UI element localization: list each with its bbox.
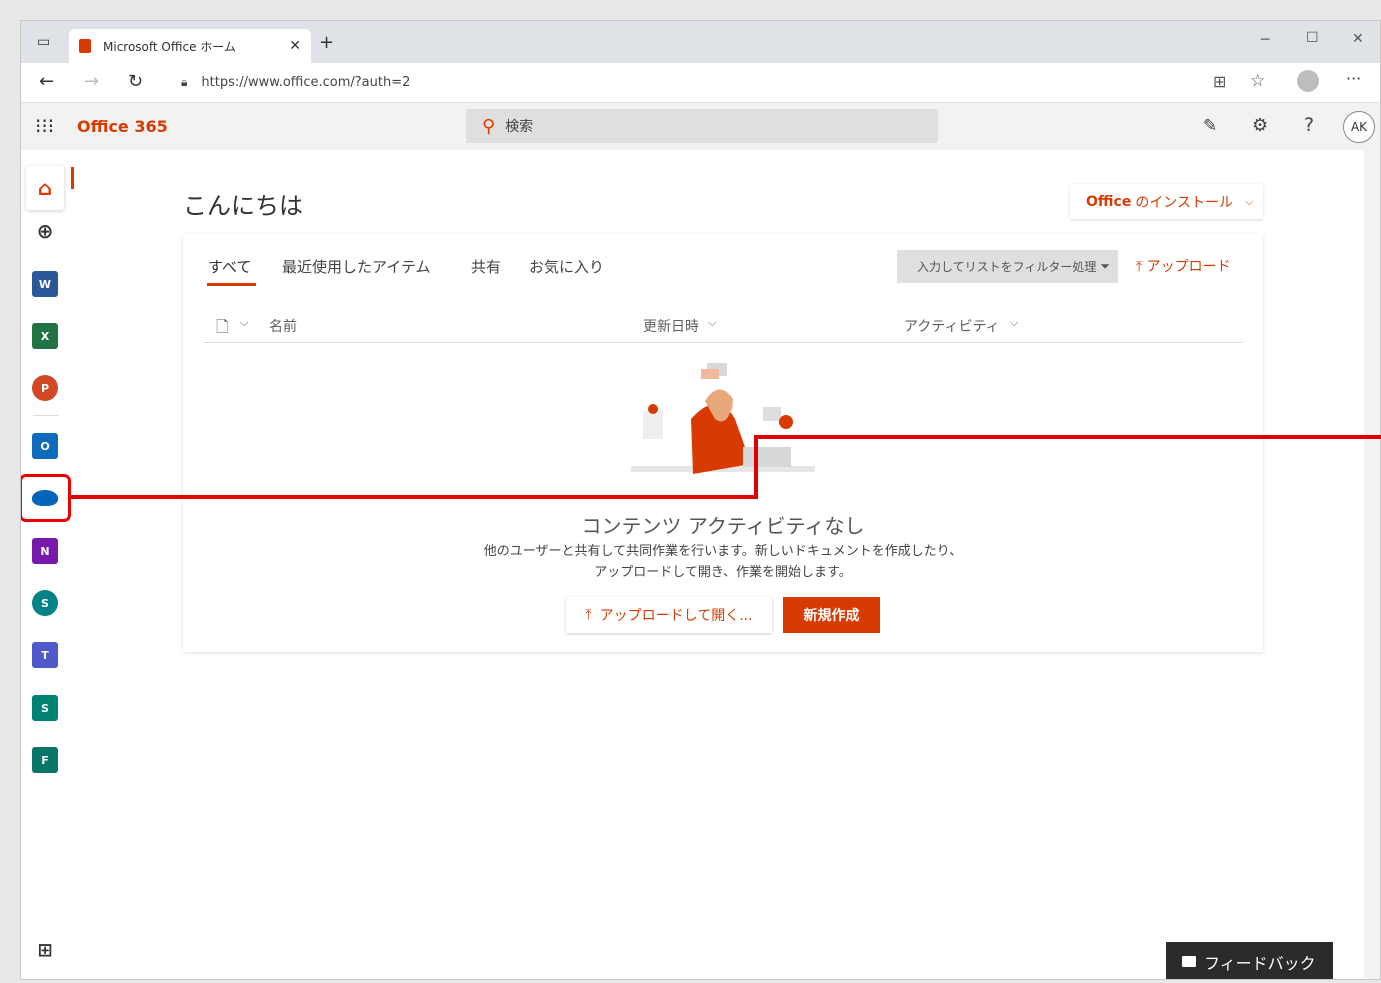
app-launcher-icon[interactable]: ⁝⁝⁝ — [35, 114, 54, 138]
favorites-icon[interactable]: ☆ — [1250, 73, 1265, 90]
refresh-icon[interactable]: ↻ — [128, 73, 143, 91]
new-document-button[interactable]: 新規作成 — [783, 597, 880, 633]
url-text: https://www.office.com/?auth=2 — [201, 74, 411, 90]
empty-state-description: 他のユーザーと共有して共同作業を行います。新しいドキュメントを作成したり、 アッ… — [183, 541, 1263, 583]
minimize-icon[interactable]: ─ — [1261, 33, 1269, 47]
office-logo-icon — [79, 39, 91, 53]
help-icon[interactable]: ? — [1304, 116, 1314, 135]
more-icon[interactable]: ··· — [1346, 71, 1361, 87]
address-bar-row: ← → ↻ 🔒︎ https://www.office.com/?auth=2 … — [21, 63, 1380, 103]
chevron-down-icon: ⌵ — [1010, 316, 1019, 329]
forward-icon[interactable]: → — [84, 73, 99, 91]
feedback-label: フィードバック — [1204, 953, 1316, 973]
tab-actions-icon[interactable]: ▭ — [37, 35, 50, 49]
app-rail: ⌂ ⊕ W X P O N S T S F ⊞ — [21, 150, 74, 979]
sway-icon[interactable]: S — [32, 695, 58, 721]
lock-icon: 🔒︎ — [181, 74, 188, 89]
vertical-scrollbar[interactable] — [1364, 150, 1380, 979]
onenote-icon[interactable]: N — [32, 538, 58, 564]
close-tab-icon[interactable]: ✕ — [289, 38, 301, 54]
chat-bubble-icon — [1182, 956, 1196, 967]
app-header: ⁝⁝⁝ Office 365 ⚲ 検索 ✎ ⚙ ? AK — [21, 103, 1380, 150]
chevron-down-icon[interactable]: ⌵ — [240, 316, 248, 330]
forms-icon[interactable]: F — [32, 747, 58, 773]
filter-input[interactable]: 入力してリストをフィルター処理 ⏷ — [897, 250, 1118, 283]
tab-all[interactable]: すべて — [208, 256, 251, 277]
browser-tab[interactable]: Microsoft Office ホーム ✕ — [69, 29, 311, 63]
upload-arrow-icon: ⤒ — [585, 607, 592, 623]
whats-new-icon[interactable]: ✎ — [1203, 118, 1217, 135]
filter-placeholder: 入力してリストをフィルター処理 — [917, 260, 1097, 274]
tab-favorites[interactable]: お気に入り — [529, 256, 604, 277]
upload-and-open-label: アップロードして開く... — [599, 608, 753, 624]
onedrive-highlight-box — [21, 474, 71, 522]
back-icon[interactable]: ← — [39, 73, 54, 91]
chevron-down-icon: ⌵ — [1245, 194, 1254, 208]
settings-gear-icon[interactable]: ⚙ — [1252, 117, 1268, 135]
column-modified[interactable]: 更新日時 — [643, 316, 699, 336]
url-field[interactable]: 🔒︎ https://www.office.com/?auth=2 — [167, 67, 1282, 97]
upload-arrow-icon: ⤒ — [1136, 259, 1143, 275]
column-header-divider — [203, 342, 1243, 343]
title-bar: ▭ Microsoft Office ホーム ✕ + ─ ☐ ✕ — [21, 21, 1380, 63]
sharepoint-icon[interactable]: S — [32, 590, 58, 616]
teams-icon[interactable]: T — [32, 642, 58, 668]
create-icon[interactable]: ⊕ — [32, 218, 58, 244]
new-tab-icon[interactable]: + — [319, 34, 334, 52]
chevron-down-icon: ⌵ — [708, 316, 717, 329]
column-name[interactable]: 名前 — [269, 316, 297, 336]
avatar-initials: AK — [1350, 120, 1368, 134]
maximize-icon[interactable]: ☐ — [1306, 31, 1319, 45]
filter-icon: ⏷ — [1100, 259, 1111, 273]
greeting-heading: こんにちは — [183, 192, 303, 220]
word-icon[interactable]: W — [32, 271, 58, 297]
empty-state-line-2: アップロードして開き、作業を開始します。 — [594, 565, 852, 580]
tab-title: Microsoft Office ホーム — [103, 39, 236, 54]
tab-shared[interactable]: 共有 — [471, 256, 501, 277]
upload-and-open-button[interactable]: ⤒ アップロードして開く... — [566, 597, 772, 633]
rail-divider — [33, 415, 59, 416]
home-active-indicator — [71, 167, 74, 189]
feedback-button[interactable]: フィードバック — [1166, 942, 1333, 979]
close-window-icon[interactable]: ✕ — [1352, 32, 1364, 46]
column-activity[interactable]: アクティビティ — [904, 316, 1000, 336]
home-icon[interactable]: ⌂ — [26, 166, 64, 210]
outlook-icon[interactable]: O — [32, 433, 58, 459]
install-office-bold: Office — [1086, 193, 1132, 210]
all-apps-icon[interactable]: ⊞ — [32, 937, 58, 963]
upload-button[interactable]: ⤒ アップロード — [1136, 256, 1231, 276]
search-icon: ⚲ — [482, 115, 496, 137]
tab-active-underline — [207, 283, 256, 286]
reading-view-icon[interactable]: ⊞ — [1213, 74, 1226, 90]
empty-state-title: コンテンツ アクティビティなし — [581, 514, 865, 538]
brand-title[interactable]: Office 365 — [77, 117, 168, 136]
excel-icon[interactable]: X — [32, 323, 58, 349]
browser-window: ▭ Microsoft Office ホーム ✕ + ─ ☐ ✕ ← → ↻ 🔒… — [20, 20, 1381, 980]
file-type-icon[interactable]: 🗋︎ — [216, 316, 229, 343]
tab-recent[interactable]: 最近使用したアイテム — [282, 256, 431, 277]
search-input[interactable]: ⚲ 検索 — [466, 109, 938, 143]
install-office-button[interactable]: Office のインストール ⌵ — [1070, 184, 1263, 219]
search-placeholder: 検索 — [505, 119, 534, 135]
empty-state-line-1: 他のユーザーと共有して共同作業を行います。新しいドキュメントを作成したり、 — [483, 544, 963, 559]
profile-icon[interactable] — [1297, 70, 1319, 92]
powerpoint-icon[interactable]: P — [32, 375, 58, 401]
recent-files-card: すべて 最近使用したアイテム 共有 お気に入り 入力してリストをフィルター処理 … — [183, 234, 1263, 652]
install-office-label: のインストール — [1135, 194, 1234, 211]
empty-state-illustration — [631, 363, 815, 474]
upload-label: アップロード — [1146, 259, 1231, 275]
avatar[interactable]: AK — [1343, 111, 1375, 143]
